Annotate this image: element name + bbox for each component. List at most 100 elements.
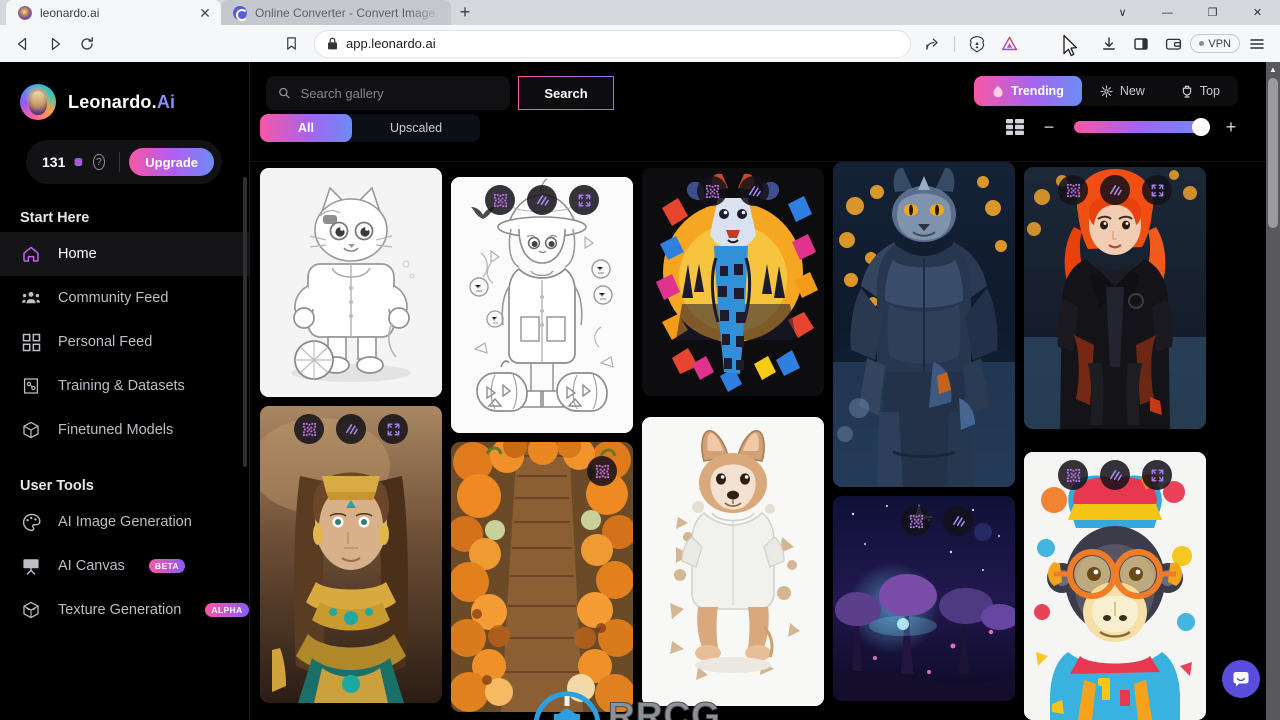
page-scrollbar[interactable]: ▲ — [1266, 62, 1280, 720]
minimize-icon[interactable]: — — [1145, 0, 1190, 25]
sidebar-item-training-datasets[interactable]: Training & Datasets — [0, 364, 249, 408]
search-button[interactable]: Search — [518, 76, 614, 110]
brand-logo-row[interactable]: Leonardo.Ai — [0, 62, 249, 120]
bookmark-icon[interactable] — [276, 30, 306, 58]
tab-title: leonardo.ai — [40, 5, 100, 20]
remix-icon[interactable] — [901, 506, 931, 536]
flame-icon — [993, 85, 1003, 97]
tab-search-chevron-icon[interactable]: ∨ — [1100, 0, 1145, 25]
card-overlay-actions — [1024, 175, 1206, 205]
zoom-slider-knob[interactable] — [1192, 118, 1210, 136]
browser-window: leonardo.ai ✕ Online Converter - Convert… — [0, 0, 1280, 720]
tab-new[interactable]: New — [1082, 76, 1163, 106]
scrollbar-thumb[interactable] — [1268, 78, 1278, 228]
close-window-icon[interactable]: ✕ — [1235, 0, 1280, 25]
sidebar-item-label: Training & Datasets — [58, 378, 185, 394]
motion-icon[interactable] — [336, 414, 366, 444]
wallet-icon[interactable] — [1158, 30, 1188, 58]
card-redhead-leather-jacket[interactable] — [1024, 167, 1206, 429]
credits-panel: 131 ? Upgrade — [26, 140, 222, 184]
share-icon[interactable] — [917, 30, 947, 58]
card-halloween-girl-coloring[interactable] — [451, 177, 633, 433]
zoom-in-button[interactable]: + — [1224, 118, 1238, 136]
question-mark-icon[interactable]: ? — [93, 154, 105, 170]
sidebar-item-finetuned-models[interactable]: Finetuned Models — [0, 408, 249, 452]
leo-triangle-icon[interactable] — [994, 30, 1024, 58]
sidebar-scrollbar[interactable] — [243, 177, 247, 467]
close-icon[interactable]: ✕ — [197, 5, 213, 21]
sidebar-item-texture-generation[interactable]: Texture Generation ALPHA — [0, 588, 249, 632]
gallery-column — [642, 168, 824, 720]
restore-icon[interactable]: ❐ — [1190, 0, 1235, 25]
zoom-slider[interactable] — [1074, 118, 1210, 136]
download-icon[interactable] — [1094, 30, 1124, 58]
remix-icon[interactable] — [485, 185, 515, 215]
card-chihuahua-hoodie[interactable] — [642, 417, 824, 706]
grid-layout-icon[interactable] — [1006, 119, 1024, 135]
motion-icon[interactable] — [1100, 175, 1130, 205]
expand-icon[interactable] — [378, 414, 408, 444]
badge-alpha: ALPHA — [205, 603, 249, 617]
remix-icon[interactable] — [1058, 460, 1088, 490]
texture-cube-icon — [20, 599, 42, 621]
address-bar[interactable]: app.leonardo.ai — [314, 29, 912, 58]
reload-icon[interactable] — [72, 30, 102, 58]
browser-tab-leonardo[interactable]: leonardo.ai ✕ — [6, 0, 221, 25]
badge-beta: BETA — [148, 559, 186, 573]
converter-favicon-icon — [233, 5, 248, 21]
motion-icon[interactable] — [739, 176, 769, 206]
scroll-up-arrow[interactable]: ▲ — [1266, 62, 1280, 76]
intercom-chat-launcher[interactable] — [1222, 660, 1260, 698]
back-icon[interactable] — [8, 30, 38, 58]
hamburger-menu-icon[interactable] — [1242, 30, 1272, 58]
card-cosmic-forest[interactable] — [833, 496, 1015, 701]
brave-lion-icon[interactable] — [962, 30, 992, 58]
remix-icon[interactable] — [1058, 175, 1088, 205]
tab-top[interactable]: Top — [1163, 76, 1238, 106]
remix-icon[interactable] — [294, 414, 324, 444]
zoom-out-button[interactable]: − — [1042, 118, 1056, 136]
sidebar-item-ai-image-generation[interactable]: AI Image Generation — [0, 500, 249, 544]
sidepanel-icon[interactable] — [1126, 30, 1156, 58]
new-tab-button[interactable]: + — [451, 0, 479, 25]
card-overlay-actions — [451, 456, 633, 486]
zoom-controls: − + — [1006, 118, 1238, 136]
sidebar-item-personal-feed[interactable]: Personal Feed — [0, 320, 249, 364]
palette-icon — [20, 511, 42, 533]
card-pumpkin-path[interactable] — [451, 442, 633, 712]
tab-all[interactable]: All — [260, 114, 352, 142]
sidebar-item-ai-canvas[interactable]: AI Canvas BETA — [0, 544, 249, 588]
motion-icon[interactable] — [943, 506, 973, 536]
app-sidebar: Leonardo.Ai 131 ? Upgrade Start Here Hom… — [0, 62, 250, 720]
masonry-columns — [250, 162, 1280, 720]
motion-icon[interactable] — [527, 185, 557, 215]
remix-icon[interactable] — [587, 456, 617, 486]
card-cartoon-cat-sketch[interactable] — [260, 168, 442, 397]
motion-icon[interactable] — [1100, 460, 1130, 490]
expand-icon[interactable] — [1142, 175, 1172, 205]
vpn-button[interactable]: VPN — [1190, 34, 1240, 53]
expand-icon[interactable] — [569, 185, 599, 215]
leonardo-favicon-icon — [18, 5, 32, 20]
training-icon — [20, 375, 42, 397]
tab-trending[interactable]: Trending — [974, 76, 1082, 106]
search-input[interactable] — [300, 85, 498, 101]
tab-strip: leonardo.ai ✕ Online Converter - Convert… — [0, 0, 1280, 25]
gallery-column — [1024, 167, 1206, 720]
upgrade-button[interactable]: Upgrade — [129, 148, 214, 176]
remix-icon[interactable] — [697, 176, 727, 206]
expand-icon[interactable] — [1142, 460, 1172, 490]
sort-tab-label: New — [1119, 84, 1145, 98]
credits-divider — [118, 152, 120, 172]
card-egyptian-queen[interactable] — [260, 406, 442, 703]
sidebar-item-home[interactable]: Home — [0, 232, 249, 276]
tab-upscaled[interactable]: Upscaled — [352, 114, 480, 142]
forward-icon[interactable] — [40, 30, 70, 58]
sidebar-item-community-feed[interactable]: Community Feed — [0, 276, 249, 320]
card-graffiti-monkey[interactable] — [1024, 452, 1206, 720]
search-gallery-field[interactable] — [266, 76, 510, 110]
card-armored-cat-warrior[interactable] — [833, 162, 1015, 487]
sidebar-item-label: Community Feed — [58, 290, 169, 306]
browser-tab-online-converter[interactable]: Online Converter - Convert Image, Vid — [221, 0, 451, 25]
card-giraffe-pop-art[interactable] — [642, 168, 824, 396]
